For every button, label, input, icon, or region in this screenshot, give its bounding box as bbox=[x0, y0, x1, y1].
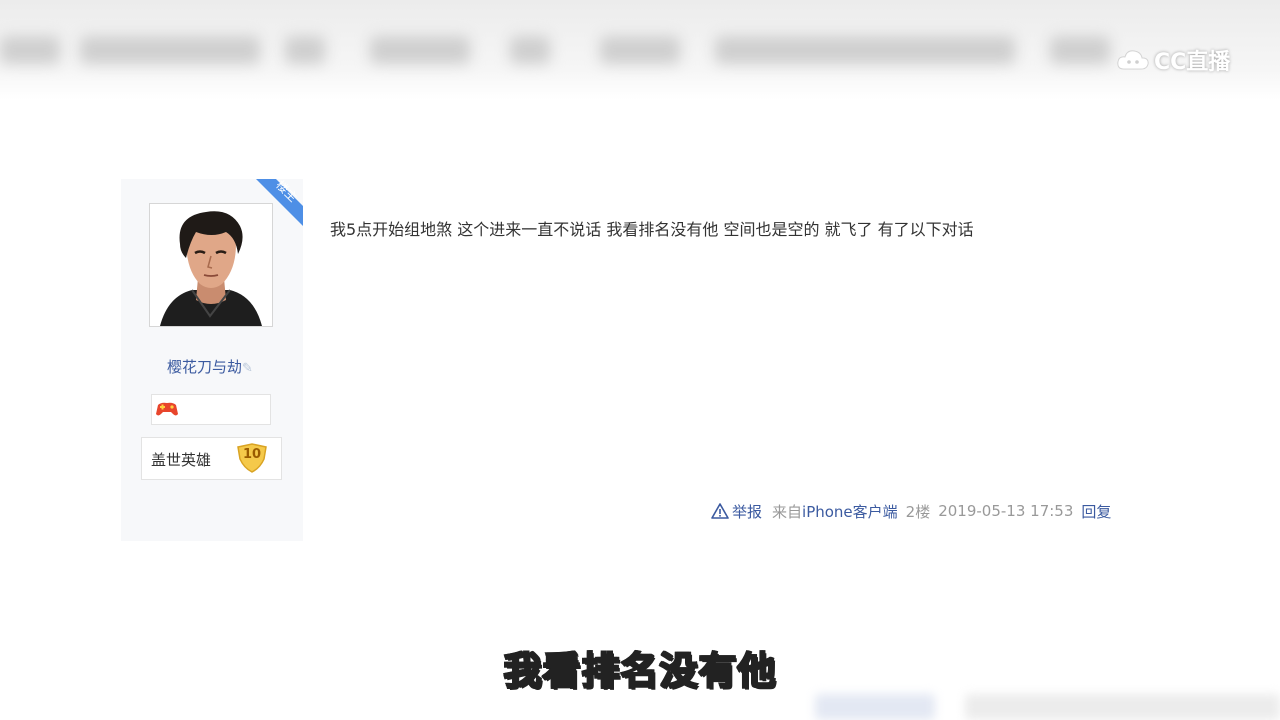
post-floor: 2楼 bbox=[905, 502, 931, 521]
post-source: 来自iPhone客户端 bbox=[772, 502, 898, 521]
header-blur-block bbox=[1050, 36, 1110, 64]
bottom-blur-block bbox=[815, 694, 935, 720]
header-blur-block bbox=[510, 36, 550, 64]
game-controller-icon[interactable] bbox=[155, 399, 179, 419]
author-username-link[interactable]: 樱花刀与劫✎ bbox=[150, 356, 270, 377]
author-badge-box bbox=[151, 394, 271, 425]
source-client-link[interactable]: iPhone客户端 bbox=[802, 503, 898, 521]
header-blur-block bbox=[0, 36, 60, 64]
cloud-icon bbox=[1117, 50, 1149, 70]
header-blur-block bbox=[80, 36, 260, 64]
report-label: 举报 bbox=[732, 502, 763, 521]
cc-live-watermark: CC直播 bbox=[1116, 44, 1230, 76]
report-button[interactable]: 举报 bbox=[711, 501, 762, 522]
bottom-blur-block bbox=[965, 694, 1280, 720]
header-blur-block bbox=[370, 36, 470, 64]
video-subtitle: 我看排名没有他 bbox=[502, 648, 777, 694]
username-text: 樱花刀与劫 bbox=[167, 358, 243, 376]
level-number: 10 bbox=[242, 447, 262, 462]
avatar[interactable] bbox=[149, 203, 273, 327]
level-title: 盖世英雄 bbox=[151, 451, 212, 469]
warning-icon bbox=[711, 503, 729, 519]
watermark-text: CC直播 bbox=[1154, 50, 1231, 75]
reply-button[interactable]: 回复 bbox=[1081, 501, 1111, 522]
header-blur-block bbox=[600, 36, 680, 64]
post-timestamp: 2019-05-13 17:53 bbox=[938, 502, 1074, 520]
avatar-portrait-icon bbox=[150, 204, 272, 326]
post-footer: 举报 来自iPhone客户端 2楼 2019-05-13 17:53 回复 bbox=[711, 501, 1111, 521]
header-blur-block bbox=[715, 36, 1015, 64]
author-level-box[interactable]: 盖世英雄 10 bbox=[141, 437, 282, 480]
post-content: 我5点开始组地煞 这个进来一直不说话 我看排名没有他 空间也是空的 就飞了 有了… bbox=[330, 220, 974, 239]
wing-icon: ✎ bbox=[242, 361, 253, 376]
header-blur-block bbox=[285, 36, 325, 64]
blurred-header bbox=[0, 0, 1280, 100]
